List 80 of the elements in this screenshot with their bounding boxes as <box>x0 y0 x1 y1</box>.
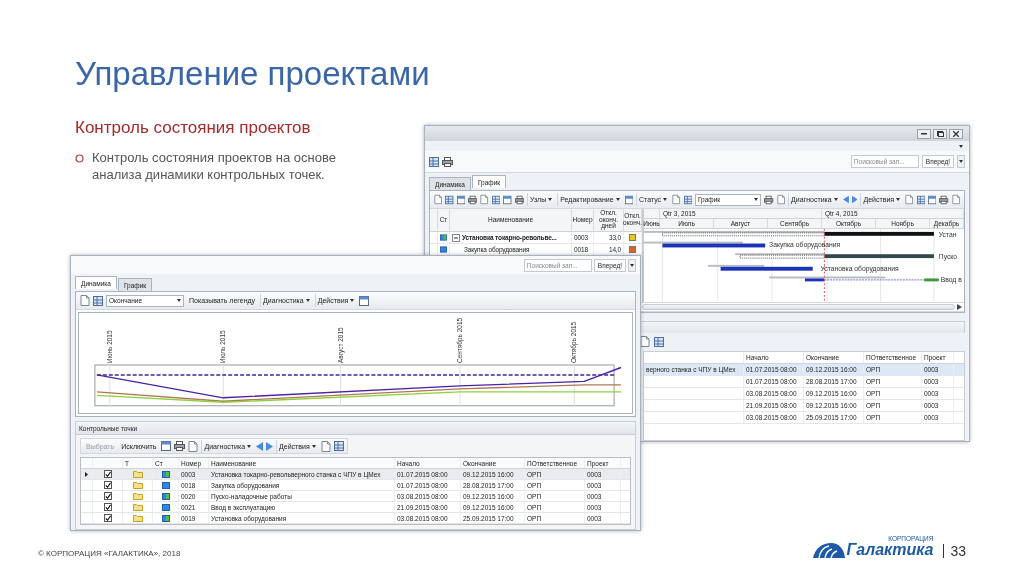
status-icon <box>161 514 170 522</box>
logo-icon <box>810 542 845 558</box>
grid-icon[interactable] <box>654 336 664 347</box>
status-icon <box>161 481 170 489</box>
document-icon[interactable] <box>320 440 331 452</box>
copyright-text: © КОРПОРАЦИЯ «ГАЛАКТИКА», 2018 <box>38 549 181 558</box>
caret-icon <box>833 198 838 201</box>
bullet-text: Контроль состояния проектов на основе анализа динамики контрольных точек. <box>92 150 337 183</box>
caret-icon <box>896 198 901 201</box>
restore-button[interactable] <box>933 128 947 139</box>
document-icon[interactable] <box>672 194 681 205</box>
status-icon <box>161 492 170 500</box>
document-icon[interactable] <box>434 194 443 205</box>
caret-icon <box>754 198 759 201</box>
checkbox[interactable] <box>103 514 112 522</box>
grid-icon[interactable] <box>916 194 925 205</box>
dropdown-button[interactable] <box>628 258 636 272</box>
restore-icon <box>936 130 944 137</box>
slide-subtitle: Контроль состояния проектов <box>75 118 311 139</box>
status-icon <box>440 234 447 241</box>
document-icon[interactable] <box>905 194 914 205</box>
checkbox[interactable] <box>103 481 112 489</box>
document-icon[interactable] <box>776 194 786 205</box>
caret-icon <box>663 198 668 201</box>
back-arrow-icon[interactable] <box>842 195 849 204</box>
forward-arrow-icon[interactable] <box>266 441 274 451</box>
printer-icon[interactable] <box>764 194 774 205</box>
close-icon <box>953 130 959 137</box>
window-icon[interactable] <box>624 194 633 205</box>
checkbox[interactable] <box>103 492 112 500</box>
minimize-button[interactable] <box>917 128 931 139</box>
checkbox[interactable] <box>103 503 112 511</box>
caret-icon <box>350 299 355 302</box>
grid-icon[interactable] <box>333 441 344 451</box>
forward-arrow-icon[interactable] <box>851 195 858 204</box>
printer-icon[interactable] <box>468 194 478 205</box>
grid-icon[interactable] <box>491 194 501 205</box>
document-icon[interactable] <box>640 336 650 348</box>
slide-title: Управление проектами <box>75 56 430 93</box>
caret-icon <box>177 299 181 302</box>
grid-icon[interactable] <box>93 295 103 306</box>
close-button[interactable] <box>949 128 963 139</box>
window-icon[interactable] <box>456 194 466 205</box>
status-icon <box>440 246 447 253</box>
caret-icon <box>959 144 963 148</box>
printer-icon[interactable] <box>939 194 949 205</box>
window-icon[interactable] <box>927 194 937 205</box>
document-icon[interactable] <box>951 194 961 205</box>
grid-icon[interactable] <box>683 194 692 205</box>
window-icon[interactable] <box>359 295 370 306</box>
window-icon[interactable] <box>161 441 172 451</box>
printer-icon[interactable] <box>174 441 186 451</box>
checkbox[interactable] <box>103 470 112 478</box>
printer-icon[interactable] <box>514 194 524 205</box>
caret-icon <box>548 198 553 201</box>
printer-icon[interactable] <box>442 156 453 167</box>
window-icon[interactable] <box>503 194 512 205</box>
scrollbar[interactable] <box>642 303 955 310</box>
status-icon <box>161 470 170 478</box>
document-icon[interactable] <box>188 440 199 452</box>
caret-icon <box>959 160 963 163</box>
grid-icon[interactable] <box>429 156 439 167</box>
status-icon <box>161 503 170 511</box>
grid-icon[interactable] <box>445 194 454 205</box>
row-pointer-icon <box>85 471 88 477</box>
logo-name: Галактика <box>846 542 934 558</box>
dropdown-button[interactable] <box>957 155 965 168</box>
caret-icon <box>311 444 316 448</box>
caret-icon <box>247 444 252 448</box>
document-icon[interactable] <box>80 295 90 306</box>
expander-icon[interactable] <box>452 233 460 242</box>
bullet-icon <box>75 154 84 164</box>
caret-icon <box>615 198 620 201</box>
minimize-icon <box>921 132 927 135</box>
caret-icon <box>305 299 310 302</box>
page-number: 33 <box>943 544 966 558</box>
back-arrow-icon[interactable] <box>256 441 264 451</box>
caret-icon <box>630 263 634 267</box>
scroll-right-icon[interactable] <box>957 303 962 310</box>
document-icon[interactable] <box>480 194 489 205</box>
